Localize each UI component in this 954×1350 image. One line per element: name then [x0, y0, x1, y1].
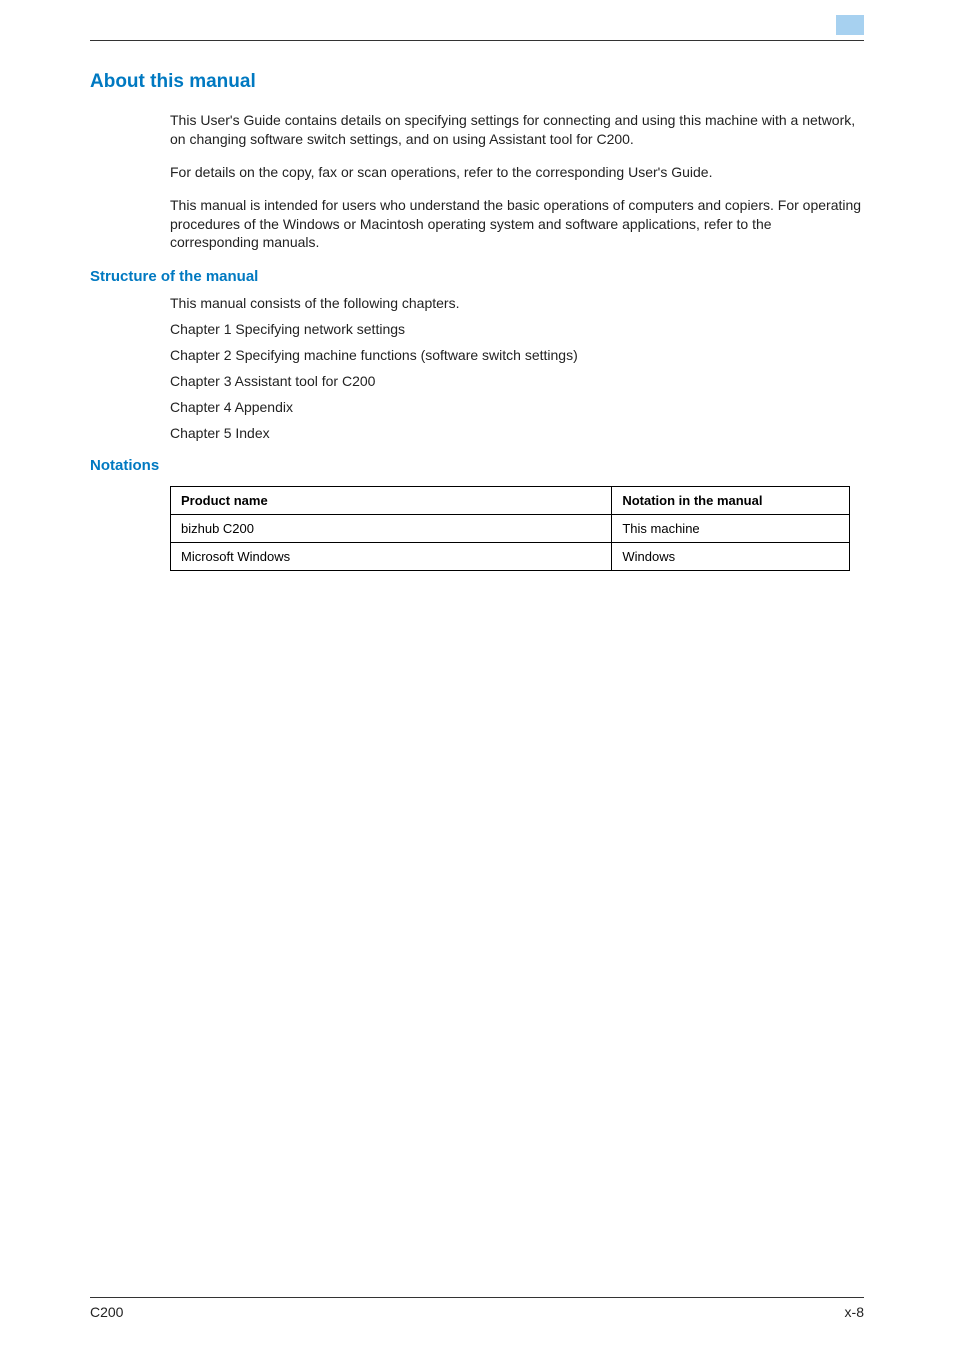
- notations-table: Product name Notation in the manual bizh…: [170, 486, 850, 571]
- about-para-1: This User's Guide contains details on sp…: [170, 111, 864, 149]
- table-row: bizhub C200 This machine: [171, 515, 850, 543]
- footer-model: C200: [90, 1304, 123, 1320]
- about-para-3: This manual is intended for users who un…: [170, 196, 864, 253]
- table-header-product-name: Product name: [171, 487, 612, 515]
- heading-structure-of-manual: Structure of the manual: [90, 268, 864, 285]
- table-cell-product: bizhub C200: [171, 515, 612, 543]
- chapter-5-line: Chapter 5 Index: [170, 425, 864, 441]
- heading-about-this-manual: About this manual: [90, 71, 864, 93]
- table-row: Microsoft Windows Windows: [171, 543, 850, 571]
- table-cell-notation: This machine: [612, 515, 850, 543]
- table-header-notation: Notation in the manual: [612, 487, 850, 515]
- page-footer: C200 x-8: [90, 1297, 864, 1320]
- table-cell-product: Microsoft Windows: [171, 543, 612, 571]
- chapter-3-line: Chapter 3 Assistant tool for C200: [170, 373, 864, 389]
- footer-page-number: x-8: [845, 1304, 864, 1320]
- about-para-2: For details on the copy, fax or scan ope…: [170, 163, 864, 182]
- table-cell-notation: Windows: [612, 543, 850, 571]
- corner-accent-box: [836, 15, 864, 35]
- header-rule: [90, 40, 864, 41]
- chapter-1-line: Chapter 1 Specifying network settings: [170, 321, 864, 337]
- chapter-4-line: Chapter 4 Appendix: [170, 399, 864, 415]
- heading-notations: Notations: [90, 457, 864, 474]
- structure-intro: This manual consists of the following ch…: [170, 295, 864, 311]
- chapter-2-line: Chapter 2 Specifying machine functions (…: [170, 347, 864, 363]
- table-header-row: Product name Notation in the manual: [171, 487, 850, 515]
